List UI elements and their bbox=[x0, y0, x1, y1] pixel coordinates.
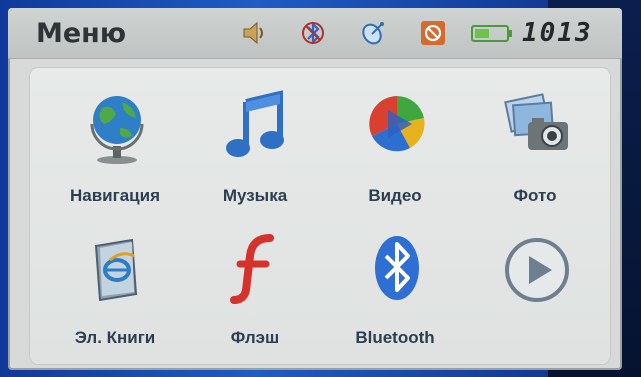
bluetooth-icon bbox=[375, 236, 419, 300]
ebook-icon bbox=[94, 238, 138, 302]
battery-icon bbox=[471, 25, 512, 42]
volume-icon[interactable] bbox=[240, 20, 270, 46]
satellite-icon[interactable] bbox=[358, 20, 388, 46]
app-grid: Навигация Музыка Видео Фото Эл. Книги Фл… bbox=[30, 68, 610, 364]
app-bluetooth[interactable]: Bluetooth bbox=[330, 230, 460, 370]
blocked-icon[interactable] bbox=[418, 20, 448, 46]
app-music[interactable]: Музыка bbox=[190, 88, 320, 228]
device-screen: Меню 1013 Навигация Музыка Видео Фото Эл… bbox=[8, 8, 622, 370]
app-label: Музыка bbox=[222, 186, 288, 205]
app-label: Флэш bbox=[230, 328, 280, 347]
app-navigation[interactable]: Навигация bbox=[50, 88, 180, 228]
app-label: Видео bbox=[368, 186, 422, 205]
music-note-icon bbox=[226, 90, 284, 157]
app-flash[interactable]: Флэш bbox=[190, 230, 320, 370]
next-page-arrow-icon bbox=[505, 238, 569, 302]
app-label: Bluetooth bbox=[355, 328, 435, 347]
app-ebooks[interactable]: Эл. Книги bbox=[50, 230, 180, 370]
app-photo[interactable]: Фото bbox=[470, 88, 600, 228]
flash-icon bbox=[230, 234, 274, 304]
globe-icon bbox=[90, 96, 144, 164]
app-video[interactable]: Видео bbox=[330, 88, 460, 228]
page-title: Меню bbox=[36, 18, 127, 49]
next-page-button[interactable] bbox=[470, 230, 600, 370]
clock: 1013 bbox=[522, 18, 593, 48]
bluetooth-disabled-icon[interactable] bbox=[298, 20, 328, 46]
video-icon bbox=[369, 96, 425, 152]
app-label: Эл. Книги bbox=[74, 328, 156, 347]
photo-camera-icon bbox=[504, 93, 568, 150]
app-label: Фото bbox=[513, 186, 557, 205]
status-bar: Меню 1013 bbox=[8, 8, 622, 59]
app-label: Навигация bbox=[70, 186, 160, 205]
